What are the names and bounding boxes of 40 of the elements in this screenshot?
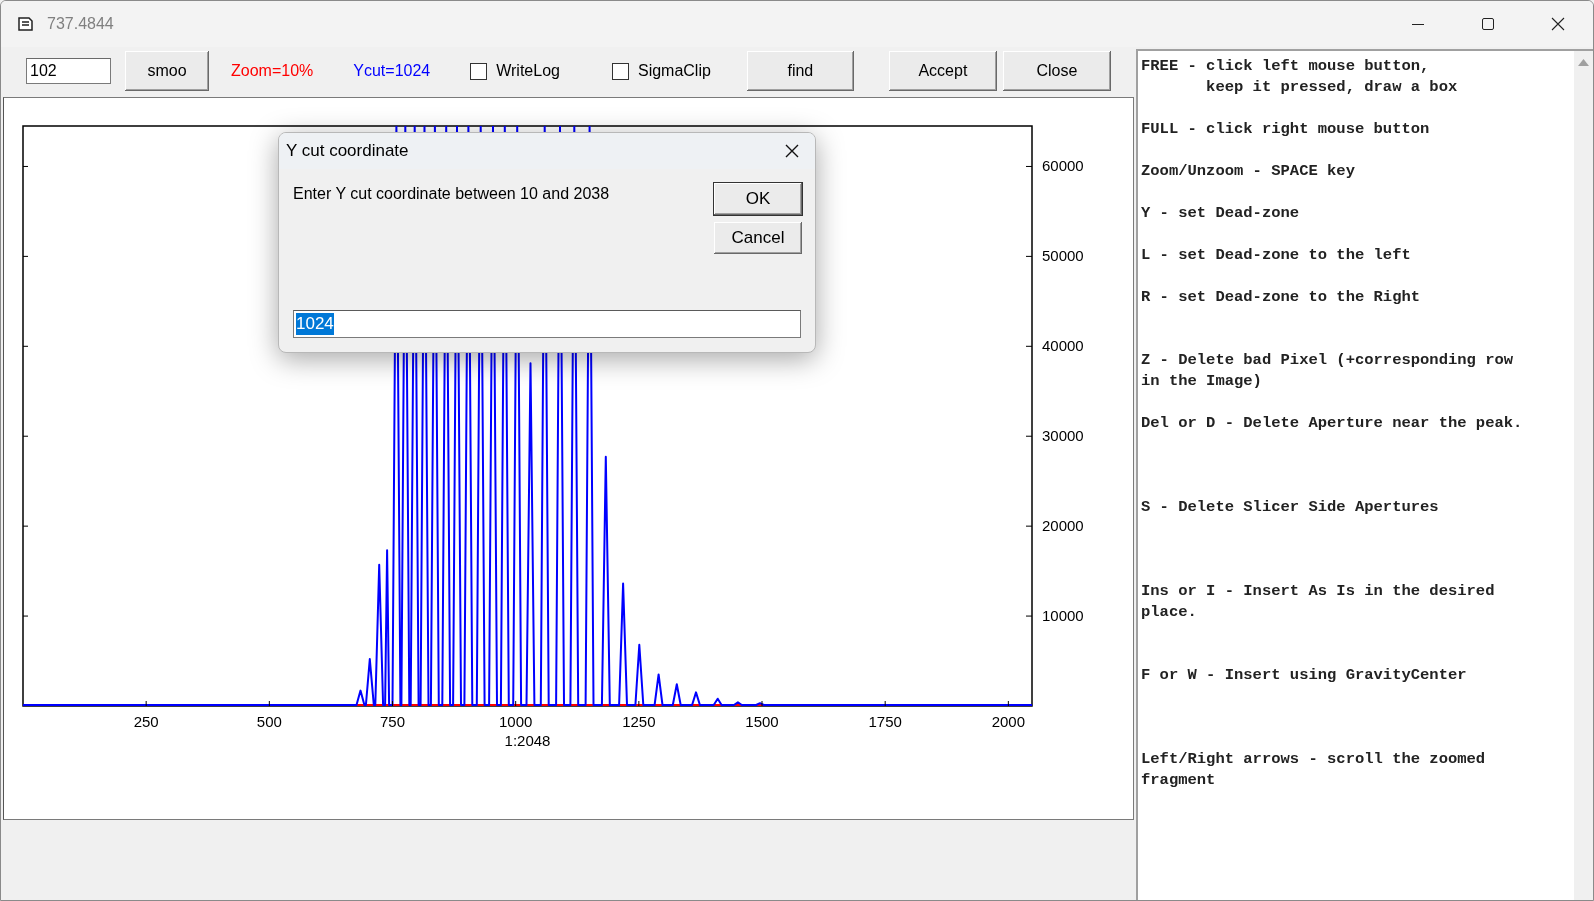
window-title: 737.4844 [47,15,115,33]
dialog-title: Y cut coordinate [286,141,410,161]
smooth-button[interactable]: smoo [125,51,209,91]
cancel-button[interactable]: Cancel [714,222,802,254]
ok-button[interactable]: OK [714,183,802,215]
tick-label: 1250 [622,713,656,730]
smoothing-field[interactable]: 102 [26,58,111,84]
tick-label: 30000 [1042,427,1084,445]
tick-label: 500 [256,713,282,730]
checkbox-label: SigmaClip [637,62,711,80]
tick-label: 10000 [1042,607,1084,625]
minimize-icon [1412,23,1424,25]
dialog-message: Enter Y cut coordinate between 10 and 2038 [293,184,611,204]
ycut-label: Ycut=1024 [353,62,431,80]
app-icon [17,16,35,32]
scrollbar[interactable] [1574,51,1593,900]
axis-label: 1:2048 [504,732,551,749]
checkbox[interactable] [611,62,629,80]
close-button[interactable]: Close [1002,51,1111,91]
help-text: FREE - click left mouse button, keep it pressed, draw a box FULL - click right mouse button Zoom/Unzoom - SPACE key Y - set Dead-zone L - set Dead-zone to the left R - set Dead-zone to the Right Z - Delete bad Pixel (+corresponding row in the Image) Del or D - Delete Aperture near the peak. S - Delete Slicer Side Apertures Ins or I - Insert As Is in the desired place. F or W - Insert using GravityCenter Left/Right arrows - scroll the zoomed fragment [1140,56,1524,791]
tick-label: 40000 [1042,337,1084,355]
checkbox[interactable] [470,62,488,80]
tick-label: 250 [133,713,159,730]
tick-label: 20000 [1042,517,1084,535]
tick-label: 60000 [1042,157,1084,175]
tick-label: 750 [380,713,405,730]
zoom-label: Zoom=10% [231,62,314,80]
find-button[interactable]: find [746,51,854,91]
checkbox-label: WriteLog [496,62,560,80]
maximize-icon [1480,16,1496,32]
scroll-up-icon[interactable] [1578,59,1589,66]
close-icon [784,143,800,159]
tick-label: 1750 [868,713,902,730]
close-icon [1550,16,1566,32]
tick-label: 1000 [499,713,533,730]
tick-label: 50000 [1042,247,1084,265]
tick-label: 2000 [991,713,1026,730]
tick-label: 1500 [745,713,779,730]
coordinate-field[interactable]: 1024 [293,310,801,338]
accept-button[interactable]: Accept [888,51,997,91]
